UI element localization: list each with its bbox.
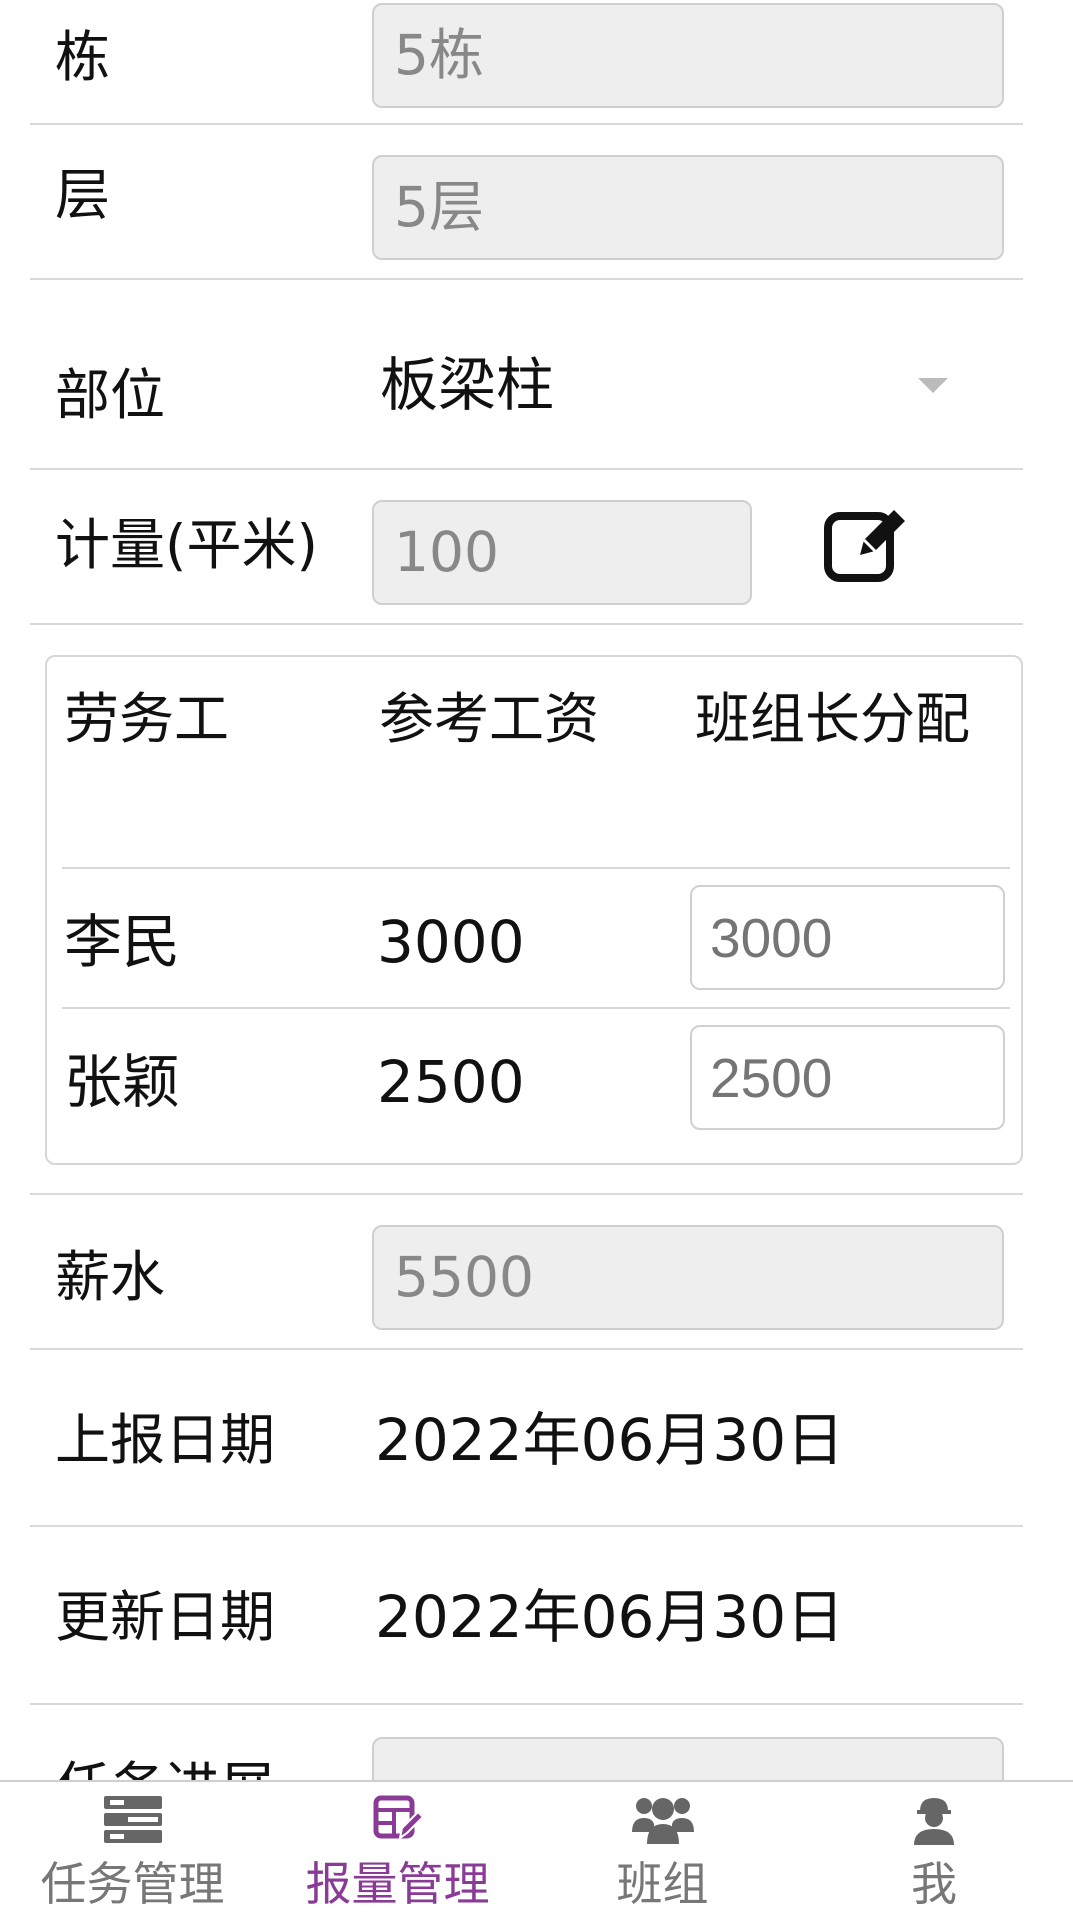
progress-label: 任务进展 [55, 1753, 275, 1780]
tab-label: 班组 [616, 1857, 709, 1911]
floor-label: 层 [55, 163, 111, 227]
team-icon [631, 1798, 694, 1844]
worker-helmet-icon [914, 1798, 954, 1845]
allocation-input[interactable] [690, 885, 1005, 990]
tab-label: 我 [911, 1857, 957, 1911]
table-divider [62, 1007, 1010, 1009]
tab-label: 任务管理 [40, 1857, 225, 1911]
part-row[interactable]: 部位 板梁柱 [30, 280, 1023, 470]
tab-report-management[interactable]: 报量管理 [265, 1782, 530, 1913]
building-field: 5栋 [372, 3, 1004, 108]
part-select-value[interactable]: 板梁柱 [380, 350, 554, 420]
allocation-input[interactable] [690, 1025, 1005, 1130]
building-row: 栋 5栋 [30, 0, 1023, 125]
tab-label: 报量管理 [305, 1857, 490, 1911]
edit-icon[interactable] [820, 500, 910, 590]
measure-row: 计量(平米) 100 [30, 470, 1023, 625]
report-date-label: 上报日期 [55, 1408, 276, 1472]
worker-name: 李民 [64, 908, 181, 976]
measure-field: 100 [372, 500, 752, 605]
reference-wage: 3000 [377, 908, 525, 976]
progress-field [372, 1737, 1004, 1780]
measure-label: 计量(平米) [55, 513, 318, 577]
update-date-value: 2022年06月30日 [375, 1583, 845, 1651]
reference-wage: 2500 [377, 1048, 525, 1116]
tab-task-management[interactable]: 任务管理 [0, 1782, 265, 1913]
floor-row: 层 5层 [30, 125, 1023, 280]
report-date-value: 2022年06月30日 [375, 1406, 845, 1474]
salary-label: 薪水 [55, 1245, 166, 1309]
salary-field: 5500 [372, 1225, 1004, 1330]
chevron-down-icon[interactable] [918, 378, 948, 393]
form-edit-icon [373, 1795, 424, 1841]
table-section-bottom [30, 1180, 1023, 1195]
floor-field: 5层 [372, 155, 1004, 260]
tab-team[interactable]: 班组 [530, 1782, 795, 1913]
tab-me[interactable]: 我 [795, 1782, 1073, 1913]
report-form: 栋 5栋 层 5层 部位 板梁柱 计量(平米) 100 劳务工 参考工资 班组长… [0, 0, 1073, 1780]
table-divider [62, 867, 1010, 869]
report-date-row: 上报日期 2022年06月30日 [30, 1350, 1023, 1527]
worker-name: 张颖 [64, 1048, 181, 1116]
header-leader-allocation: 班组长分配 [695, 687, 971, 751]
update-date-label: 更新日期 [55, 1585, 276, 1649]
server-stack-icon [103, 1796, 162, 1843]
bottom-tab-bar: 任务管理 报量管理 班组 我 [0, 1780, 1073, 1913]
labor-table: 劳务工 参考工资 班组长分配 李民 3000 张颖 2500 [45, 655, 1023, 1165]
header-reference-wage: 参考工资 [379, 687, 600, 751]
building-label: 栋 [55, 25, 111, 89]
salary-row: 薪水 5500 [30, 1195, 1023, 1350]
header-worker: 劳务工 [64, 687, 230, 751]
part-label: 部位 [55, 363, 166, 427]
update-date-row: 更新日期 2022年06月30日 [30, 1527, 1023, 1705]
progress-row: 任务进展 [30, 1705, 1023, 1780]
